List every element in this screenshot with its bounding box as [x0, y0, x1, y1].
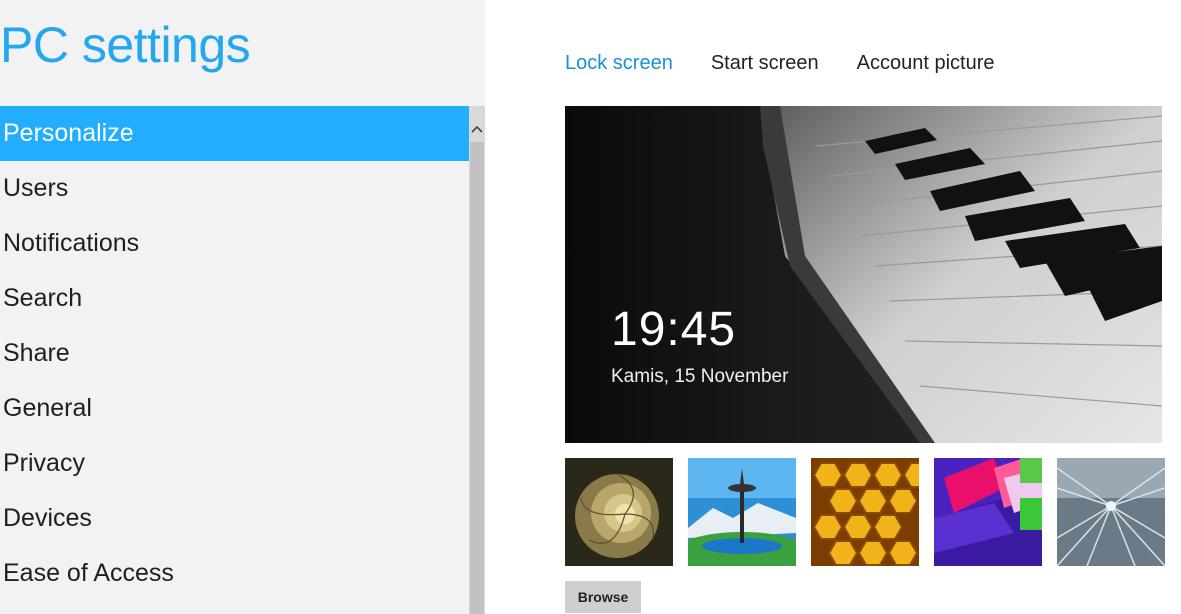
nav-item-personalize[interactable]: Personalize: [0, 106, 469, 161]
thumbnail-honeycomb[interactable]: [811, 458, 919, 566]
scroll-thumb[interactable]: [470, 142, 484, 614]
nav-item-notifications[interactable]: Notifications: [0, 216, 469, 271]
piano-keys-image: [565, 106, 1162, 443]
scroll-up-button[interactable]: [469, 118, 485, 140]
space-needle-image: [688, 458, 796, 566]
thumbnail-space-needle[interactable]: [688, 458, 796, 566]
lock-screen-date: Kamis, 15 November: [611, 366, 789, 387]
nav-item-search[interactable]: Search: [0, 271, 469, 326]
nav-scrollbar[interactable]: [469, 106, 485, 614]
nav-item-devices[interactable]: Devices: [0, 491, 469, 546]
browse-button[interactable]: Browse: [565, 581, 641, 613]
nav-item-share[interactable]: Share: [0, 326, 469, 381]
tab-account-picture[interactable]: Account picture: [857, 52, 995, 75]
background-thumbnails: [565, 458, 1165, 566]
tab-bar: Lock screen Start screen Account picture: [565, 52, 995, 75]
thumbnail-nautilus-shell[interactable]: [565, 458, 673, 566]
thumbnail-train-tunnel[interactable]: [1057, 458, 1165, 566]
train-tunnel-image: [1057, 458, 1165, 566]
nautilus-shell-image: [565, 458, 673, 566]
tab-start-screen[interactable]: Start screen: [711, 52, 819, 75]
thumbnail-color-blocks[interactable]: [934, 458, 1042, 566]
nav-list: Personalize Users Notifications Search S…: [0, 106, 469, 601]
color-blocks-image: [934, 458, 1042, 566]
left-pane: PC settings Personalize Users Notificati…: [0, 0, 485, 614]
nav-item-ease-of-access[interactable]: Ease of Access: [0, 546, 469, 601]
nav-item-users[interactable]: Users: [0, 161, 469, 216]
honeycomb-image: [811, 458, 919, 566]
lock-screen-preview: 19:45 Kamis, 15 November: [565, 106, 1162, 443]
tab-lock-screen[interactable]: Lock screen: [565, 52, 673, 75]
lock-screen-time: 19:45: [611, 303, 737, 356]
chevron-up-icon: [471, 125, 483, 133]
page-title: PC settings: [0, 17, 251, 73]
nav-item-privacy[interactable]: Privacy: [0, 436, 469, 491]
nav-item-general[interactable]: General: [0, 381, 469, 436]
